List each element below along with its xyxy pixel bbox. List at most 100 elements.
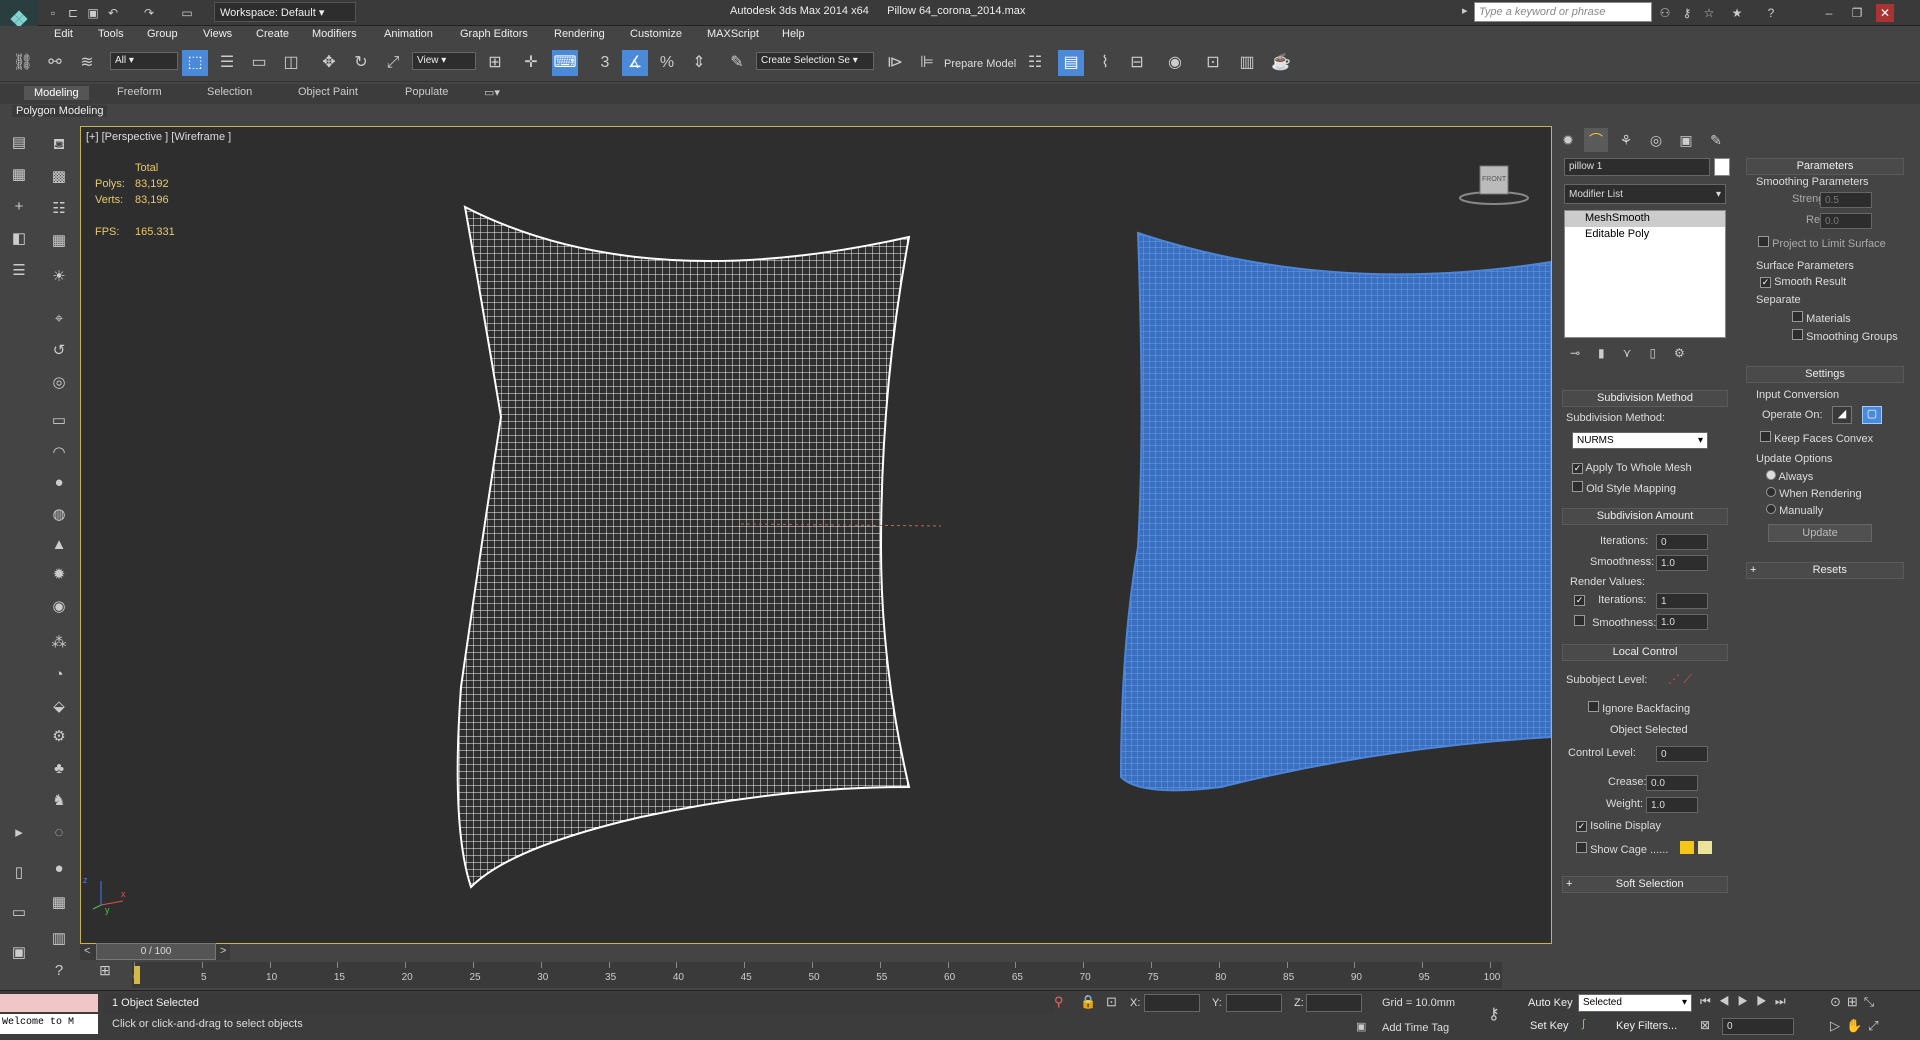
move-icon[interactable]: ✥ — [316, 50, 342, 76]
layout-single-icon[interactable]: ▭ — [6, 900, 32, 926]
create-icon[interactable]: + — [6, 194, 32, 220]
crease-spinner[interactable]: 0.0 — [1646, 775, 1698, 791]
new-file-icon[interactable]: ▫ — [44, 4, 62, 22]
teapot-icon[interactable]: ⛾ — [46, 132, 72, 158]
bind-spacewarp-icon[interactable]: ≋ — [74, 50, 100, 76]
cone-icon[interactable]: ▲ — [46, 532, 72, 558]
expand-arrow-icon[interactable]: ▸ — [6, 820, 32, 846]
rollout-subdivision-amount[interactable]: Subdivision Amount — [1562, 508, 1728, 525]
render-iterations-checkbox[interactable]: ✓ Iterations: — [1574, 594, 1646, 606]
rollout-subdivision-method[interactable]: Subdivision Method — [1562, 390, 1728, 407]
shell-icon[interactable]: ◌ — [46, 820, 72, 846]
select-by-name-icon[interactable]: ☰ — [214, 50, 240, 76]
viewcube[interactable]: FRONT — [1452, 162, 1532, 206]
playback-controls[interactable]: ⏮◀▶▶⏭ — [1700, 994, 1794, 1009]
viewport-nav-top[interactable]: ⊙⊞⤡ — [1830, 994, 1880, 1010]
spinner-snap-icon[interactable]: ⇕ — [686, 50, 712, 76]
update-always-radio[interactable]: Always — [1766, 470, 1813, 483]
motion-tab-icon[interactable]: ◎ — [1644, 128, 1668, 152]
rollout-resets[interactable]: + Resets — [1746, 562, 1904, 579]
helper-icon[interactable]: ⬙ — [46, 694, 72, 720]
rollout-soft-selection[interactable]: + Soft Selection — [1562, 876, 1728, 893]
image-icon[interactable]: ▩ — [46, 164, 72, 190]
named-selection-sets-dropdown[interactable]: Create Selection Se ▾ — [756, 52, 874, 70]
subdivision-method-dropdown[interactable]: NURMS ▾ — [1572, 432, 1708, 449]
disc-icon[interactable]: ◉ — [46, 594, 72, 620]
viewport-nav-bottom[interactable]: ▷✋⤢ — [1830, 1018, 1885, 1034]
set-keys-key-icon[interactable]: ⚷ — [1488, 1004, 1500, 1024]
restore-icon[interactable]: ❐ — [1848, 4, 1866, 22]
gear-icon[interactable]: ⚙ — [46, 724, 72, 750]
rotate-icon[interactable]: ↻ — [348, 50, 374, 76]
layer-manager-icon[interactable]: ☷ — [1022, 50, 1048, 76]
smooth-result-checkbox[interactable]: ✓ Smooth Result — [1760, 276, 1846, 288]
modifier-stack[interactable]: MeshSmooth Editable Poly — [1564, 210, 1726, 338]
auto-key-button[interactable]: Auto Key — [1528, 997, 1573, 1009]
menu-maxscript[interactable]: MAXScript — [707, 28, 759, 40]
weight-spinner[interactable]: 1.0 — [1646, 797, 1698, 813]
reference-coordinate-dropdown[interactable]: View ▾ — [412, 52, 476, 70]
close-icon[interactable]: ✕ — [1876, 4, 1894, 22]
update-button[interactable]: Update — [1768, 524, 1872, 542]
workspace-dropdown[interactable]: Workspace: Default ▾ — [214, 2, 356, 22]
object-color-swatch[interactable] — [1714, 158, 1730, 176]
update-when-rendering-radio[interactable]: When Rendering — [1766, 487, 1862, 500]
tab-object-paint[interactable]: Object Paint — [298, 86, 358, 98]
tab-populate[interactable]: Populate — [405, 86, 448, 98]
tab-selection[interactable]: Selection — [207, 86, 252, 98]
current-frame-input[interactable]: 0 — [1722, 1018, 1794, 1035]
ignore-backfacing-checkbox[interactable]: Ignore Backfacing — [1588, 701, 1690, 715]
rollout-local-control[interactable]: Local Control — [1562, 644, 1728, 661]
track-bar[interactable]: 0510152025303540455055606570758085909510… — [132, 962, 1502, 988]
layout-quad-icon[interactable]: ▣ — [6, 940, 32, 966]
keyboard-shortcut-toggle-icon[interactable]: ⌨ — [552, 50, 578, 76]
y-coord-input[interactable] — [1226, 994, 1282, 1012]
z-coord-input[interactable] — [1306, 994, 1362, 1012]
subobject-vertex-edge-icons[interactable]: ⋰ ⟋ — [1668, 672, 1692, 687]
window-crossing-icon[interactable]: ◫ — [278, 50, 304, 76]
maxscript-listener-pink[interactable] — [0, 994, 98, 1012]
video-camera-icon[interactable]: ◎ — [46, 370, 72, 396]
graphite-toggle-icon[interactable]: ▤ — [1058, 50, 1084, 76]
frame-config-icon[interactable]: ⊠ — [1700, 1018, 1710, 1032]
iterations-spinner[interactable]: 0 — [1656, 534, 1708, 550]
material-editor-icon[interactable]: ◉ — [1162, 50, 1188, 76]
tab-freeform[interactable]: Freeform — [117, 86, 162, 98]
save-file-icon[interactable]: ▣ — [84, 4, 102, 22]
rollout-parameters[interactable]: Parameters — [1746, 158, 1904, 175]
list-icon[interactable]: ☷ — [46, 196, 72, 222]
polygon-modeling-panel[interactable]: Polygon Modeling — [12, 105, 108, 117]
favorites-icon[interactable]: ★ — [1728, 4, 1746, 22]
sun-icon[interactable]: ✹ — [46, 562, 72, 588]
menu-animation[interactable]: Animation — [384, 28, 433, 40]
menu-group[interactable]: Group — [147, 28, 178, 40]
project-folder-icon[interactable]: ▭ — [178, 4, 196, 22]
rectangular-region-icon[interactable]: ▭ — [246, 50, 272, 76]
align-icon[interactable]: ⊫ — [914, 50, 940, 76]
selection-lock-icon[interactable]: 🔒 — [1080, 994, 1096, 1010]
render-iterations-spinner[interactable]: 1 — [1656, 593, 1708, 609]
schematic-view-icon[interactable]: ⊟ — [1124, 50, 1150, 76]
apply-whole-mesh-checkbox[interactable]: ✓ Apply To Whole Mesh — [1572, 462, 1692, 474]
old-style-mapping-checkbox[interactable]: Old Style Mapping — [1572, 481, 1676, 495]
isolate-selection-icon[interactable]: ⚲ — [1054, 994, 1064, 1010]
cage-color-swatch[interactable] — [1680, 841, 1694, 854]
time-slider-next-icon[interactable]: > — [220, 945, 226, 957]
perspective-viewport[interactable]: z x y — [80, 126, 1552, 944]
layer-explorer-icon[interactable]: ▦ — [6, 162, 32, 188]
rendered-frame-window-icon[interactable]: ▥ — [1234, 50, 1260, 76]
foliage-icon[interactable]: ♣ — [46, 756, 72, 782]
time-slider[interactable]: 0 / 100 — [96, 943, 216, 960]
key-tangent-icon[interactable]: ∫ — [1582, 1018, 1585, 1030]
project-limit-checkbox[interactable]: Project to Limit Surface — [1758, 236, 1886, 250]
box-icon[interactable]: ▭ — [46, 408, 72, 434]
hemisphere-icon[interactable]: ◠ — [46, 440, 72, 466]
stack-item-editable-poly[interactable]: Editable Poly — [1565, 227, 1725, 243]
select-manipulate-icon[interactable]: ✛ — [518, 50, 544, 76]
particles-icon[interactable]: ⁂ — [46, 630, 72, 656]
modify-tab-icon[interactable]: ⌒ — [1584, 128, 1608, 152]
help-circle-icon[interactable]: ? — [46, 958, 72, 984]
help-icon[interactable]: ? — [1762, 4, 1780, 22]
object-name-input[interactable]: pillow 1 — [1564, 158, 1710, 176]
modifier-list-dropdown[interactable]: Modifier List ▾ — [1564, 184, 1726, 204]
